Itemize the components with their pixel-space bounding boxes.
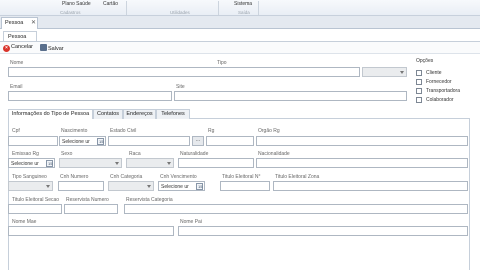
nome-pai-label: Nome Pai bbox=[180, 219, 202, 225]
tipo-select[interactable] bbox=[362, 67, 407, 77]
save-icon bbox=[40, 44, 47, 51]
save-button[interactable]: Salvar bbox=[40, 44, 64, 53]
tab-pessoa[interactable]: Pessoa bbox=[3, 31, 37, 41]
sexo-select[interactable] bbox=[59, 158, 122, 168]
chevron-down-icon bbox=[167, 162, 171, 165]
titulo-eleitoral-secao-label: Titulo Eleitoral Secao bbox=[12, 197, 60, 203]
document-tab-pessoa[interactable]: Pessoa ✕ bbox=[1, 17, 38, 29]
fornecedor-label: Fornecedor bbox=[426, 79, 452, 85]
titulo-eleitoral-n-input[interactable] bbox=[220, 181, 270, 191]
rg-input[interactable] bbox=[206, 136, 254, 146]
email-input[interactable] bbox=[8, 91, 172, 101]
toolbar: × Cancelar Salvar bbox=[0, 41, 480, 54]
save-label: Salvar bbox=[48, 46, 64, 52]
orgao-rg-input[interactable] bbox=[256, 136, 468, 146]
cpf-label: Cpf bbox=[12, 128, 20, 134]
chevron-down-icon bbox=[147, 185, 151, 188]
tab-pessoa-label: Pessoa bbox=[8, 33, 27, 40]
transportadora-checkbox[interactable] bbox=[416, 88, 422, 94]
reservista-numero-label: Reservista Numero bbox=[66, 197, 109, 203]
colaborador-checkbox[interactable] bbox=[416, 97, 422, 103]
ribbon-plano-saude-button[interactable]: Plano Saúde bbox=[62, 1, 91, 7]
cpf-input[interactable] bbox=[8, 136, 58, 146]
nascimento-value: Selecione ur bbox=[62, 138, 90, 145]
raca-select[interactable] bbox=[126, 158, 174, 168]
tab-contatos[interactable]: Contatos bbox=[93, 109, 123, 119]
chevron-down-icon bbox=[400, 71, 404, 74]
colaborador-label: Colaborador bbox=[426, 97, 454, 103]
email-label: Email bbox=[10, 84, 23, 90]
nome-mae-input[interactable] bbox=[8, 226, 174, 236]
ribbon-separator bbox=[218, 1, 219, 15]
calendar-icon[interactable]: 15 bbox=[97, 138, 104, 145]
rg-label: Rg bbox=[208, 128, 215, 134]
tab-telefones[interactable]: Telefones bbox=[156, 109, 190, 119]
estado-civil-input[interactable] bbox=[108, 136, 190, 146]
nacionalidade-label: Nacionalidade bbox=[258, 151, 290, 157]
site-input[interactable] bbox=[174, 91, 407, 101]
naturalidade-input[interactable] bbox=[178, 158, 254, 168]
emissao-rg-datepicker[interactable]: Selecione ur 15 bbox=[8, 158, 55, 168]
cnh-categoria-select[interactable] bbox=[108, 181, 154, 191]
document-tab-label: Pessoa bbox=[5, 20, 24, 26]
ribbon-cartao-button[interactable]: Cartão bbox=[103, 1, 118, 7]
cancel-label: Cancelar bbox=[11, 44, 34, 50]
cancel-button[interactable]: × Cancelar bbox=[3, 44, 33, 53]
cliente-checkbox[interactable] bbox=[416, 70, 422, 76]
reservista-categoria-label: Reservista Categoria bbox=[126, 197, 173, 203]
chevron-down-icon bbox=[46, 185, 50, 188]
titulo-eleitoral-n-label: Titulo Eleitoral N° bbox=[222, 174, 261, 180]
cnh-numero-input[interactable] bbox=[58, 181, 104, 191]
nacionalidade-input[interactable] bbox=[256, 158, 468, 168]
emissao-rg-label: Emissao Rg bbox=[12, 151, 39, 157]
transportadora-label: Transportadora bbox=[426, 88, 460, 94]
tipo-label: Tipo bbox=[217, 60, 227, 66]
ribbon-group-saida: Saída bbox=[238, 10, 250, 15]
titulo-eleitoral-zona-input[interactable] bbox=[273, 181, 468, 191]
close-icon[interactable]: ✕ bbox=[31, 19, 36, 26]
fornecedor-checkbox[interactable] bbox=[416, 79, 422, 85]
document-tab-strip bbox=[0, 16, 480, 29]
cnh-vencimento-datepicker[interactable]: Selecione ur 15 bbox=[158, 181, 205, 191]
ribbon: Plano Saúde Cartão Cadastros Utilidades … bbox=[0, 0, 480, 16]
titulo-eleitoral-zona-label: Titulo Eleitoral Zona bbox=[275, 174, 320, 180]
nome-pai-input[interactable] bbox=[178, 226, 468, 236]
chevron-down-icon bbox=[115, 162, 119, 165]
ribbon-group-utilidades: Utilidades bbox=[170, 10, 190, 15]
tab-enderecos[interactable]: Endereços bbox=[123, 109, 156, 119]
site-label: Site bbox=[176, 84, 185, 90]
ribbon-separator bbox=[126, 1, 127, 15]
nascimento-label: Nascimento bbox=[61, 128, 88, 134]
estado-civil-label: Estado Civil bbox=[110, 128, 137, 134]
estado-civil-lookup-button[interactable]: ... bbox=[192, 136, 204, 146]
titulo-eleitoral-secao-input[interactable] bbox=[8, 204, 62, 214]
calendar-icon[interactable]: 15 bbox=[196, 183, 203, 190]
sexo-label: Sexo bbox=[61, 151, 73, 157]
ribbon-group-cadastros: Cadastros bbox=[60, 10, 81, 15]
reservista-numero-input[interactable] bbox=[64, 204, 118, 214]
cnh-categoria-label: Cnh Categoria bbox=[110, 174, 143, 180]
raca-label: Raca bbox=[129, 151, 141, 157]
cnh-numero-label: Cnh Numero bbox=[60, 174, 89, 180]
reservista-categoria-input[interactable] bbox=[124, 204, 468, 214]
emissao-rg-value: Selecione ur bbox=[11, 160, 39, 167]
nome-label: Nome bbox=[10, 60, 24, 66]
tipo-sanguineo-label: Tipo Sanguineo bbox=[12, 174, 47, 180]
nome-mae-label: Nome Mae bbox=[12, 219, 37, 225]
ribbon-separator bbox=[258, 1, 259, 15]
nascimento-datepicker[interactable]: Selecione ur 15 bbox=[59, 136, 106, 146]
cancel-icon: × bbox=[3, 45, 10, 52]
nome-input[interactable] bbox=[8, 67, 360, 77]
cliente-label: Cliente bbox=[426, 70, 442, 76]
tipo-sanguineo-select[interactable] bbox=[8, 181, 53, 191]
naturalidade-label: Naturalidade bbox=[180, 151, 209, 157]
cnh-vencimento-label: Cnh Vencimento bbox=[160, 174, 197, 180]
opcoes-title: Opções bbox=[416, 58, 434, 64]
orgao-rg-label: Orgão Rg bbox=[258, 128, 280, 134]
calendar-icon[interactable]: 15 bbox=[46, 160, 53, 167]
ribbon-sistema-button[interactable]: Sistema bbox=[234, 1, 252, 7]
cnh-vencimento-value: Selecione ur bbox=[161, 183, 189, 190]
